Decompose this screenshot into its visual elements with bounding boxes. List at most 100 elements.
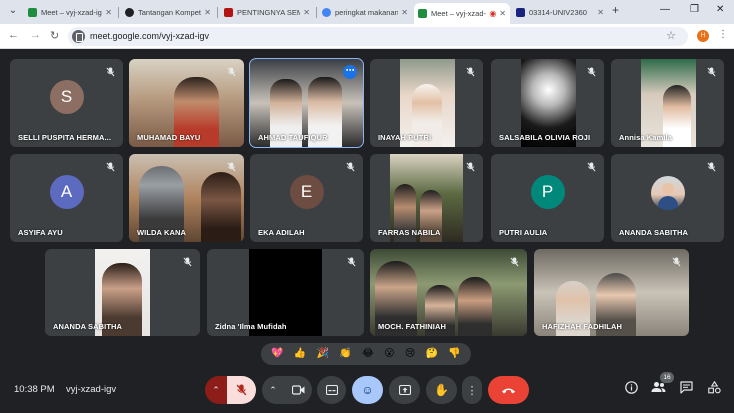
participant-name: SALSABILA OLIVIA ROJI xyxy=(499,133,591,142)
activities-icon[interactable] xyxy=(705,380,723,399)
closed-captions-icon xyxy=(325,385,338,395)
tab-search-icon[interactable]: ⌄ xyxy=(6,4,20,18)
close-icon[interactable]: ✕ xyxy=(105,8,112,17)
participant-name: MOCH. FATHINIAH xyxy=(378,322,447,331)
participant-name: HAFIZHAH FADHILAH xyxy=(542,322,623,331)
reaction-surprised-icon[interactable]: 😮 xyxy=(384,348,394,360)
participant-tile[interactable]: A ASYIFA AYU xyxy=(10,154,123,242)
browser-tab-pentingnya[interactable]: PENTINGNYA SEMBARAN ✕ xyxy=(220,3,314,22)
avatar: S xyxy=(49,79,84,114)
browser-menu-icon[interactable]: ⋮ xyxy=(718,29,728,40)
camera-button[interactable] xyxy=(284,376,312,404)
participant-name: EKA ADILAH xyxy=(258,228,305,237)
participant-tile[interactable]: FARRAS NABILA xyxy=(370,154,483,242)
reaction-thumbs-down-icon[interactable]: 👎 xyxy=(448,348,460,360)
mic-options-button[interactable]: ⌃ xyxy=(205,376,227,404)
present-screen-icon xyxy=(398,385,411,395)
back-icon[interactable]: ← xyxy=(8,29,19,41)
present-button[interactable] xyxy=(389,376,420,404)
close-window-icon[interactable]: ✕ xyxy=(716,4,724,15)
site-info-icon[interactable] xyxy=(72,30,85,43)
forward-icon[interactable]: → xyxy=(30,29,41,41)
tab-title: Tantangan Kompetisi xyxy=(138,8,202,17)
reaction-clap-icon[interactable]: 👏 xyxy=(339,348,351,360)
participant-tile[interactable]: ANANDA SABITHA xyxy=(611,154,724,242)
url-text[interactable]: meet.google.com/vyj-xzad-igv xyxy=(90,31,209,41)
reactions-button[interactable]: ☺ xyxy=(352,376,383,404)
browser-tab-tantangan[interactable]: Tantangan Kompetisi ✕ xyxy=(121,3,215,22)
browser-tab-meet[interactable]: Meet – vyj-xzad-igv ✕ xyxy=(24,3,116,22)
chat-icon[interactable] xyxy=(677,381,695,399)
reaction-laugh-icon[interactable]: 😂 xyxy=(362,348,374,360)
reload-icon[interactable]: ↻ xyxy=(50,29,59,42)
close-icon[interactable]: ✕ xyxy=(401,8,408,17)
participant-tile[interactable]: WILDA KANA xyxy=(129,154,244,242)
reaction-heart-icon[interactable]: 💖 xyxy=(271,348,283,360)
meet-icon xyxy=(418,9,427,18)
participant-name: MUHAMAD BAYU xyxy=(137,133,201,142)
reaction-thumbs-up-icon[interactable]: 👍 xyxy=(294,348,306,360)
more-options-button[interactable]: ⋮ xyxy=(462,376,482,404)
chevron-up-icon: ⌃ xyxy=(269,384,277,395)
site-icon xyxy=(224,8,233,17)
reaction-sad-icon[interactable]: 😢 xyxy=(405,348,415,360)
participant-tile[interactable]: MUHAMAD BAYU xyxy=(129,59,244,147)
video-camera-icon xyxy=(291,385,304,395)
avatar: E xyxy=(289,174,324,209)
participant-tile[interactable]: Zidna 'Ilma Mufidah xyxy=(207,249,364,336)
meet-icon xyxy=(28,8,37,17)
raise-hand-button[interactable]: ✋ xyxy=(426,376,457,404)
participant-tile[interactable]: HAFIZHAH FADHILAH xyxy=(534,249,689,336)
camera-options-button[interactable]: ⌃ xyxy=(262,376,284,404)
profile-avatar[interactable]: H xyxy=(697,30,709,42)
participant-tile[interactable]: P PUTRI AULIA xyxy=(491,154,604,242)
browser-tab-meet-active[interactable]: Meet – vyj-xzad-igv ◉ ✕ xyxy=(414,3,510,24)
participant-name: ASYIFA AYU xyxy=(18,228,63,237)
github-icon xyxy=(125,8,134,17)
address-bar: ← → ↻ meet.google.com/vyj-xzad-igv ☆ xyxy=(0,24,734,49)
mic-off-icon xyxy=(587,162,596,172)
new-tab-icon[interactable]: + xyxy=(612,3,619,17)
participant-tile[interactable]: MOCH. FATHINIAH xyxy=(370,249,527,336)
participant-name: PUTRI AULIA xyxy=(499,228,548,237)
mic-off-icon xyxy=(183,257,192,267)
microphone-button[interactable] xyxy=(227,376,256,404)
participant-tile[interactable]: Annisa Kamila xyxy=(611,59,724,147)
participant-tile[interactable]: INAYAH PUTRI xyxy=(370,59,483,147)
close-icon[interactable]: ✕ xyxy=(303,8,310,17)
browser-tab-univ[interactable]: 03314-UNIV2360 ✕ xyxy=(512,3,608,22)
close-icon[interactable]: ✕ xyxy=(204,8,211,17)
people-icon[interactable] xyxy=(649,381,667,399)
google-icon xyxy=(322,8,331,17)
participant-tile[interactable]: E EKA ADILAH xyxy=(250,154,363,242)
leave-call-button[interactable] xyxy=(488,376,529,404)
people-count-badge: 16 xyxy=(660,372,674,383)
participant-name: SELLI PUSPITA HERMA... xyxy=(18,133,112,142)
avatar xyxy=(650,175,685,210)
reaction-party-icon[interactable]: 🎉 xyxy=(317,348,329,360)
participant-tile[interactable]: S SELLI PUSPITA HERMA... xyxy=(10,59,123,147)
meeting-clock: 10:38 PM xyxy=(14,384,55,395)
minimize-icon[interactable]: — xyxy=(660,4,670,15)
browser-tab-google-search[interactable]: peringkat makanan ✕ xyxy=(318,3,412,22)
omnibox[interactable]: meet.google.com/vyj-xzad-igv ☆ xyxy=(68,27,688,46)
participant-name: FARRAS NABILA xyxy=(378,228,441,237)
tab-title: peringkat makanan xyxy=(335,8,399,17)
recording-icon: ◉ xyxy=(489,9,497,18)
restore-icon[interactable]: ❐ xyxy=(690,4,699,15)
participant-tile-active-speaker[interactable]: ⋯ AHMAD TAUFIQUR xyxy=(249,58,364,148)
close-icon[interactable]: ✕ xyxy=(597,8,604,17)
reaction-thinking-icon[interactable]: 🤔 xyxy=(426,348,438,360)
video-feed-person xyxy=(201,172,241,242)
smile-icon: ☺ xyxy=(361,383,374,397)
more-options-icon[interactable]: ⋯ xyxy=(343,65,357,79)
captions-button[interactable] xyxy=(317,376,346,404)
participant-tile[interactable]: SALSABILA OLIVIA ROJI xyxy=(491,59,604,147)
bookmark-star-icon[interactable]: ☆ xyxy=(666,29,676,42)
meeting-details-icon[interactable] xyxy=(622,381,640,399)
avatar: P xyxy=(530,174,565,209)
chevron-up-icon: ⌃ xyxy=(212,384,220,395)
participant-tile[interactable]: ANANDA SABITHA xyxy=(45,249,200,336)
close-icon[interactable]: ✕ xyxy=(499,9,506,18)
more-vert-icon: ⋮ xyxy=(466,384,478,397)
